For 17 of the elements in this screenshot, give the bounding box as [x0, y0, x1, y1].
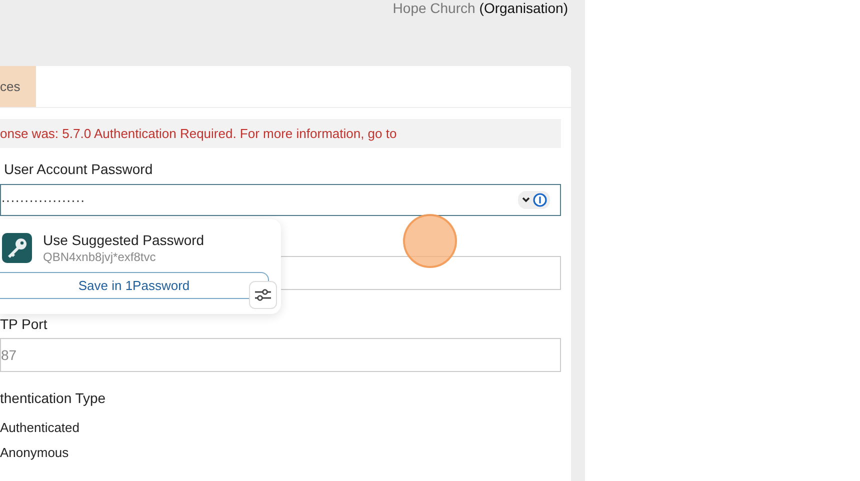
password-manager-icon[interactable]: [518, 191, 550, 209]
save-button[interactable]: Save in 1Password: [0, 272, 269, 299]
organisation-name: Hope Church: [392, 0, 476, 16]
settings-icon[interactable]: [249, 281, 277, 309]
field-label: TP Port: [0, 316, 48, 332]
error-message: onse was: 5.7.0 Authentication Required. For more information, go to: [0, 119, 561, 148]
tab[interactable]: ces: [0, 66, 36, 107]
suggested-password: QBN4xnb8jvj*exf8tvc: [43, 250, 157, 264]
radio-option[interactable]: Anonymous: [0, 445, 561, 462]
popup-title: Use Suggested Password: [43, 232, 204, 248]
field-label: thentication Type: [0, 390, 107, 406]
key-icon: [2, 233, 32, 263]
port-field[interactable]: 87: [0, 338, 561, 372]
radio-option[interactable]: Authenticated: [0, 420, 561, 437]
password-field[interactable]: ··················: [0, 184, 561, 216]
field-label: User Account Password: [4, 161, 154, 177]
organisation-type: (Organisation): [479, 0, 568, 16]
